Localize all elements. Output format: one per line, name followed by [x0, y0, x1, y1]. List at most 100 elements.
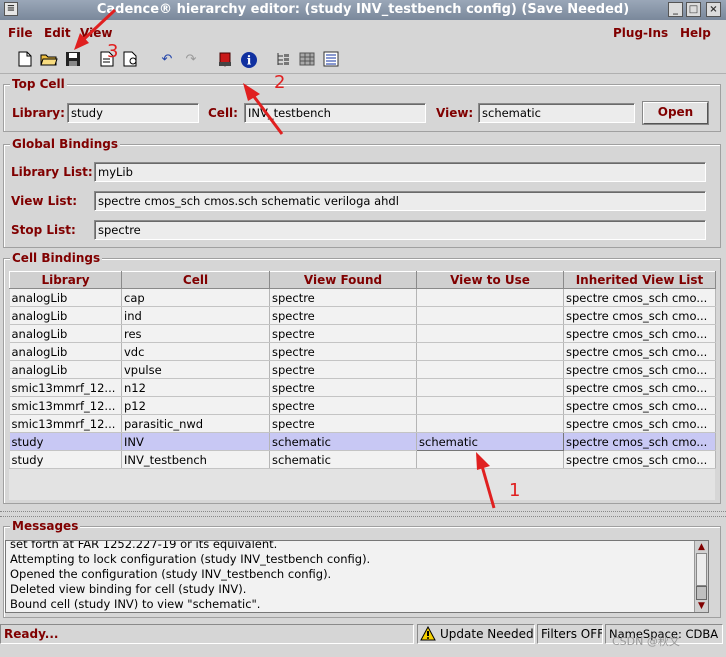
- page-settings-icon[interactable]: [122, 51, 140, 69]
- library-field[interactable]: study: [67, 103, 199, 123]
- column-header-view-to-use[interactable]: View to Use: [416, 271, 564, 289]
- messages-scrollbar[interactable]: ▲ ▼: [694, 541, 708, 612]
- view-to-use-editor[interactable]: schematic: [416, 432, 564, 451]
- table-row[interactable]: analogLib cap spectre spectre cmos_sch c…: [9, 288, 716, 307]
- update-icon[interactable]: [216, 51, 234, 69]
- view-to-use-cell[interactable]: [416, 450, 564, 469]
- column-header-inherited-view-list[interactable]: Inherited View List: [563, 271, 716, 289]
- table-row[interactable]: smic13mmrf_12... n12 spectre spectre cmo…: [9, 378, 716, 397]
- info-icon[interactable]: i: [240, 51, 258, 69]
- cell-cell[interactable]: cap: [121, 288, 270, 307]
- view-to-use-cell[interactable]: [416, 360, 564, 379]
- view-to-use-cell[interactable]: [416, 342, 564, 361]
- view-found-cell[interactable]: schematic: [269, 450, 417, 469]
- library-cell[interactable]: study: [9, 432, 122, 451]
- table-row[interactable]: smic13mmrf_12... parasitic_nwd spectre s…: [9, 414, 716, 433]
- cell-cell[interactable]: parasitic_nwd: [121, 414, 270, 433]
- scroll-track[interactable]: [696, 553, 707, 586]
- minimize-icon[interactable]: _: [668, 2, 683, 17]
- library-cell[interactable]: smic13mmrf_12...: [9, 396, 122, 415]
- open-button[interactable]: Open: [642, 101, 709, 125]
- scroll-up-icon[interactable]: ▲: [696, 542, 707, 553]
- inherited-view-list-cell[interactable]: spectre cmos_sch cmo...: [563, 360, 716, 379]
- scroll-thumb[interactable]: [696, 586, 707, 600]
- menu-plug-ins[interactable]: Plug-Ins: [613, 26, 668, 40]
- cell-cell[interactable]: vdc: [121, 342, 270, 361]
- view-to-use-cell[interactable]: [416, 378, 564, 397]
- table-row[interactable]: analogLib vpulse spectre spectre cmos_sc…: [9, 360, 716, 379]
- svg-text:i: i: [247, 54, 252, 68]
- inherited-view-list-cell[interactable]: spectre cmos_sch cmo...: [563, 378, 716, 397]
- view-to-use-cell[interactable]: [416, 414, 564, 433]
- maximize-icon[interactable]: □: [686, 2, 701, 17]
- library-cell[interactable]: analogLib: [9, 324, 122, 343]
- undo-icon[interactable]: ↶: [158, 51, 176, 69]
- view-found-cell[interactable]: schematic: [269, 432, 417, 451]
- cell-cell[interactable]: ind: [121, 306, 270, 325]
- view-field[interactable]: schematic: [478, 103, 635, 123]
- cell-cell[interactable]: vpulse: [121, 360, 270, 379]
- cell-field[interactable]: INV_testbench: [244, 103, 426, 123]
- view-to-use-cell[interactable]: [416, 306, 564, 325]
- inherited-view-list-cell[interactable]: spectre cmos_sch cmo...: [563, 396, 716, 415]
- view-found-cell[interactable]: spectre: [269, 414, 417, 433]
- inherited-view-list-cell[interactable]: spectre cmos_sch cmo...: [563, 342, 716, 361]
- menu-edit[interactable]: Edit: [44, 26, 71, 40]
- cell-cell[interactable]: n12: [121, 378, 270, 397]
- properties-icon[interactable]: [322, 51, 340, 69]
- table-row[interactable]: study INV_testbench schematic spectre cm…: [9, 450, 716, 469]
- inherited-view-list-cell[interactable]: spectre cmos_sch cmo...: [563, 324, 716, 343]
- menu-file[interactable]: File: [8, 26, 33, 40]
- stop-list-field[interactable]: spectre: [94, 220, 706, 240]
- save-icon[interactable]: [64, 51, 82, 69]
- library-cell[interactable]: study: [9, 450, 122, 469]
- menu-view[interactable]: View: [80, 26, 112, 40]
- inherited-view-list-cell[interactable]: spectre cmos_sch cmo...: [563, 450, 716, 469]
- table-row[interactable]: analogLib res spectre spectre cmos_sch c…: [9, 324, 716, 343]
- inherited-view-list-cell[interactable]: spectre cmos_sch cmo...: [563, 432, 716, 451]
- view-to-use-cell[interactable]: [416, 396, 564, 415]
- view-list-field[interactable]: spectre cmos_sch cmos.sch schematic veri…: [94, 191, 706, 211]
- column-header-library[interactable]: Library: [9, 271, 122, 289]
- library-cell[interactable]: smic13mmrf_12...: [9, 378, 122, 397]
- inherited-view-list-cell[interactable]: spectre cmos_sch cmo...: [563, 288, 716, 307]
- cell-cell[interactable]: res: [121, 324, 270, 343]
- cell-cell[interactable]: INV_testbench: [121, 450, 270, 469]
- messages-log[interactable]: set forth at FAR 1252.227-19 or its equi…: [5, 540, 709, 613]
- view-found-cell[interactable]: spectre: [269, 396, 417, 415]
- new-icon[interactable]: [16, 51, 34, 69]
- table-row[interactable]: smic13mmrf_12... p12 spectre spectre cmo…: [9, 396, 716, 415]
- column-header-view-found[interactable]: View Found: [269, 271, 417, 289]
- scroll-down-icon[interactable]: ▼: [696, 601, 707, 612]
- view-to-use-cell[interactable]: [416, 324, 564, 343]
- library-cell[interactable]: smic13mmrf_12...: [9, 414, 122, 433]
- view-found-cell[interactable]: spectre: [269, 378, 417, 397]
- view-found-cell[interactable]: spectre: [269, 288, 417, 307]
- view-to-use-cell[interactable]: [416, 288, 564, 307]
- cell-cell[interactable]: INV: [121, 432, 270, 451]
- table-row[interactable]: analogLib ind spectre spectre cmos_sch c…: [9, 306, 716, 325]
- open-folder-icon[interactable]: [40, 51, 58, 69]
- cell-cell[interactable]: p12: [121, 396, 270, 415]
- table-row[interactable]: analogLib vdc spectre spectre cmos_sch c…: [9, 342, 716, 361]
- tree-view-icon[interactable]: [274, 51, 292, 69]
- view-found-cell[interactable]: spectre: [269, 306, 417, 325]
- panel-splitter[interactable]: [0, 511, 726, 517]
- table-view-icon[interactable]: [298, 51, 316, 69]
- column-header-cell[interactable]: Cell: [121, 271, 270, 289]
- view-found-cell[interactable]: spectre: [269, 324, 417, 343]
- table-row-selected[interactable]: study INV schematic schematic spectre cm…: [9, 432, 716, 451]
- redo-icon[interactable]: ↷: [182, 51, 200, 69]
- library-list-field[interactable]: myLib: [94, 162, 706, 182]
- library-cell[interactable]: analogLib: [9, 360, 122, 379]
- window-menu-icon[interactable]: ≡: [4, 2, 18, 16]
- view-found-cell[interactable]: spectre: [269, 342, 417, 361]
- close-icon[interactable]: ×: [706, 2, 721, 17]
- view-found-cell[interactable]: spectre: [269, 360, 417, 379]
- library-cell[interactable]: analogLib: [9, 288, 122, 307]
- menu-help[interactable]: Help: [680, 26, 711, 40]
- library-cell[interactable]: analogLib: [9, 306, 122, 325]
- library-cell[interactable]: analogLib: [9, 342, 122, 361]
- inherited-view-list-cell[interactable]: spectre cmos_sch cmo...: [563, 306, 716, 325]
- inherited-view-list-cell[interactable]: spectre cmos_sch cmo...: [563, 414, 716, 433]
